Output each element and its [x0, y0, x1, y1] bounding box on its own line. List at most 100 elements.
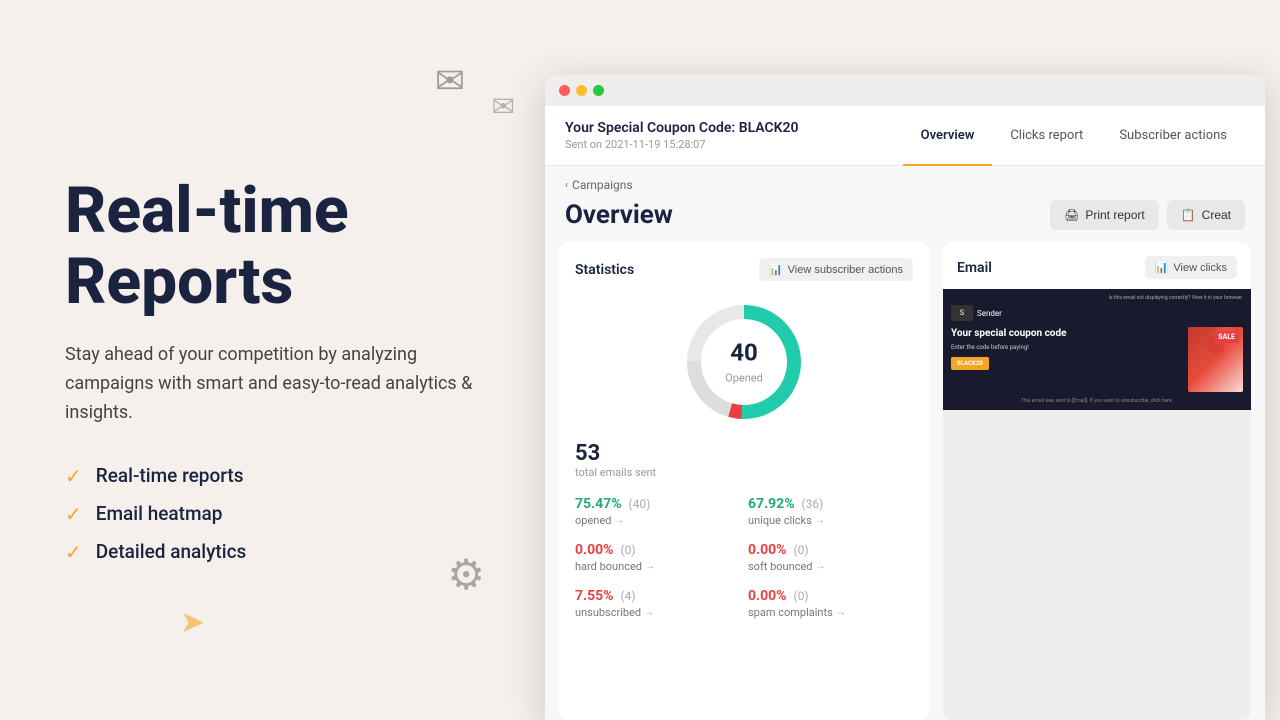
stat-spam-count: (0): [793, 589, 808, 603]
left-panel: ✉ ✉ Real-time Reports Stay ahead of your…: [0, 0, 545, 720]
sender-logo: S: [951, 305, 973, 321]
hero-title: Real-time Reports: [65, 176, 495, 317]
email-headline: Your special coupon code: [951, 327, 1182, 340]
print-icon: 🖨: [1064, 208, 1079, 222]
browser-chrome: [545, 75, 1265, 106]
breadcrumb-arrow: ‹: [565, 180, 568, 191]
total-number: 53: [575, 441, 913, 466]
deco-envelope-top: ✉: [435, 60, 465, 102]
stat-opened-pct: 75.47%: [575, 496, 622, 512]
stat-spam-label: spam complaints →: [748, 606, 913, 619]
create-icon: 📋: [1181, 208, 1196, 222]
sale-badge: SALE: [1214, 331, 1239, 343]
stat-unsub-label: unsubscribed →: [575, 606, 740, 619]
app-header: Your Special Coupon Code: BLACK20 Sent o…: [545, 106, 1265, 166]
stat-opened-label: opened →: [575, 514, 740, 527]
feature-label-3: Detailed analytics: [96, 540, 247, 563]
stat-unsub-pct: 7.55%: [575, 588, 614, 604]
campaign-info: Your Special Coupon Code: BLACK20 Sent o…: [565, 106, 903, 165]
feature-label-2: Email heatmap: [96, 502, 223, 525]
sender-logo-text: S: [960, 309, 964, 317]
breadcrumb: ‹ Campaigns: [545, 166, 1265, 192]
stat-unique-label: unique clicks →: [748, 514, 913, 527]
stat-unique-pct: 67.92%: [748, 496, 795, 512]
feature-list: ✓ Real-time reports ✓ Email heatmap ✓ De…: [65, 464, 495, 564]
stat-unsubscribed: 7.55% (4) unsubscribed →: [575, 585, 740, 619]
email-preview-inner: Is this email not displaying correctly? …: [943, 289, 1251, 720]
stat-hard-pct: 0.00%: [575, 542, 614, 558]
stat-opened: 75.47% (40) opened →: [575, 493, 740, 527]
stat-soft-count: (0): [793, 543, 808, 557]
stat-soft-label: soft bounced →: [748, 560, 913, 573]
bar-chart-icon-2: 📊: [1155, 261, 1169, 274]
stat-spam-pct: 0.00%: [748, 588, 787, 604]
email-preview: Is this email not displaying correctly? …: [943, 289, 1251, 720]
dot-minimize[interactable]: [576, 85, 587, 96]
stats-title: Statistics: [575, 262, 634, 278]
stat-unique-clicks: 67.92% (36) unique clicks →: [748, 493, 913, 527]
campaign-date: Sent on 2021-11-19 15:28:07: [565, 138, 903, 151]
feature-real-time: ✓ Real-time reports: [65, 464, 495, 488]
browser-dots: [559, 85, 1251, 96]
total-label: total emails sent: [575, 466, 913, 479]
app-content: ‹ Campaigns Overview 🖨 Print report 📋 Cr…: [545, 166, 1265, 720]
columns: Statistics 📊 View subscriber actions: [545, 242, 1265, 720]
stats-grid: 75.47% (40) opened → 67.92% (36): [575, 493, 913, 619]
check-icon-2: ✓: [65, 502, 82, 526]
breadcrumb-text[interactable]: Campaigns: [572, 178, 633, 192]
header-actions: 🖨 Print report 📋 Creat: [1050, 200, 1245, 230]
donut-label: Opened: [725, 372, 763, 385]
email-content-area: Your special coupon code Enter the code …: [951, 327, 1243, 392]
view-subscriber-actions-button[interactable]: 📊 View subscriber actions: [759, 258, 913, 281]
view-clicks-button[interactable]: 📊 View clicks: [1145, 256, 1237, 279]
tab-overview[interactable]: Overview: [903, 107, 993, 166]
stat-soft-pct: 0.00%: [748, 542, 787, 558]
email-card: Email 📊 View clicks Is this email not di…: [943, 242, 1251, 720]
feature-heatmap: ✓ Email heatmap: [65, 502, 495, 526]
stat-unsub-count: (4): [620, 589, 635, 603]
email-text-block: Your special coupon code Enter the code …: [951, 327, 1182, 392]
tab-clicks[interactable]: Clicks report: [992, 107, 1101, 166]
campaign-title: Your Special Coupon Code: BLACK20: [565, 120, 903, 136]
nav-tabs: Overview Clicks report Subscriber action…: [903, 106, 1245, 165]
gear-icon: ⚙: [447, 550, 485, 600]
stat-hard-label: hard bounced →: [575, 560, 740, 573]
email-card-header: Email 📊 View clicks: [943, 242, 1251, 289]
right-panel: Your Special Coupon Code: BLACK20 Sent o…: [545, 0, 1280, 720]
stat-soft-bounced: 0.00% (0) soft bounced →: [748, 539, 913, 573]
stat-spam: 0.00% (0) spam complaints →: [748, 585, 913, 619]
sender-name: Sender: [977, 309, 1002, 318]
donut-value: 40: [725, 339, 763, 367]
email-cta-button: BLACK20: [951, 357, 989, 370]
donut-container: 40 Opened: [575, 297, 913, 427]
print-report-button[interactable]: 🖨 Print report: [1050, 200, 1159, 230]
total-sent: 53 total emails sent: [575, 441, 913, 479]
paper-plane-icon: ➤: [180, 605, 205, 640]
email-subtext: Enter the code before paying!: [951, 344, 1182, 351]
stats-card-header: Statistics 📊 View subscriber actions: [575, 258, 913, 281]
statistics-card: Statistics 📊 View subscriber actions: [559, 242, 929, 720]
email-display-bar: Is this email not displaying correctly? …: [951, 295, 1243, 301]
deco-envelope-mid: ✉: [492, 90, 515, 123]
page-title: Overview: [565, 200, 673, 230]
donut-center: 40 Opened: [725, 339, 763, 386]
page-header: Overview 🖨 Print report 📋 Creat: [545, 192, 1265, 242]
check-icon-3: ✓: [65, 540, 82, 564]
email-mock: Is this email not displaying correctly? …: [943, 289, 1251, 410]
feature-label-1: Real-time reports: [96, 464, 244, 487]
email-section-title: Email: [957, 260, 992, 276]
dot-close[interactable]: [559, 85, 570, 96]
email-footer: This email was sent to [Email]. If you w…: [951, 398, 1243, 404]
stat-hard-count: (0): [620, 543, 635, 557]
browser-window: Your Special Coupon Code: BLACK20 Sent o…: [545, 75, 1265, 720]
dot-maximize[interactable]: [593, 85, 604, 96]
stat-opened-count: (40): [629, 497, 651, 511]
create-button[interactable]: 📋 Creat: [1167, 200, 1245, 230]
tab-subscriber[interactable]: Subscriber actions: [1101, 107, 1245, 166]
bar-chart-icon: 📊: [769, 263, 783, 276]
hero-subtitle: Stay ahead of your competition by analyz…: [65, 341, 495, 427]
email-logo-row: S Sender: [951, 305, 1243, 321]
feature-analytics: ✓ Detailed analytics: [65, 540, 495, 564]
stat-hard-bounced: 0.00% (0) hard bounced →: [575, 539, 740, 573]
stat-unique-count: (36): [802, 497, 824, 511]
